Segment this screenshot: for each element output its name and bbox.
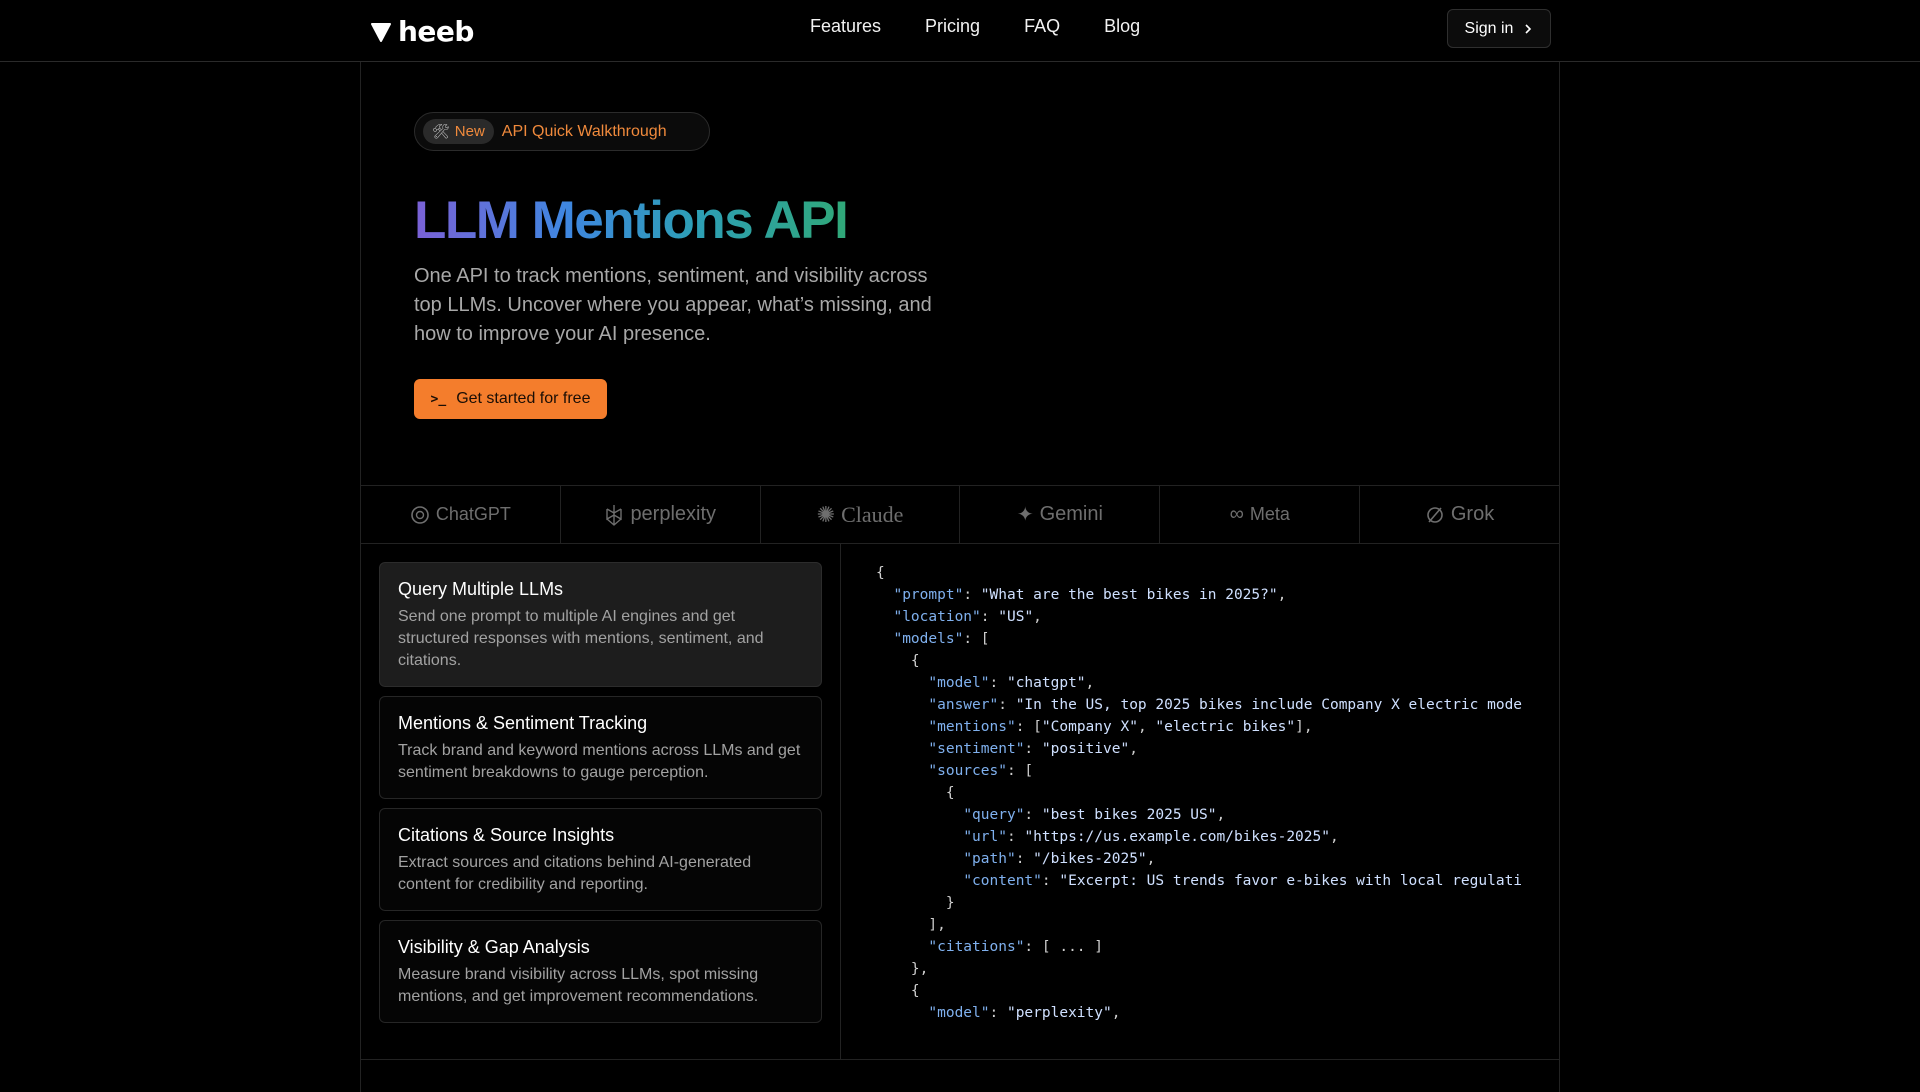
code-line: "models": [ (893, 631, 990, 647)
code-line: "path": "/bikes-2025", (963, 851, 1156, 867)
signin-button[interactable]: Sign in (1447, 9, 1551, 48)
gemini-sparkle-icon: ✦ (1016, 504, 1034, 526)
brand-logo[interactable]: heeb (370, 15, 474, 48)
feature-title: Mentions & Sentiment Tracking (398, 713, 648, 733)
feature-title: Citations & Source Insights (398, 825, 615, 845)
tools-icon: 🛠 (432, 123, 450, 139)
nav-pricing[interactable]: Pricing (925, 16, 980, 37)
nav-features[interactable]: Features (810, 16, 881, 37)
logo-meta: ∞ Meta (1160, 486, 1361, 543)
page-title: LLM Mentions API (414, 191, 849, 250)
code-line: "answer": "In the US, top 2025 bikes inc… (928, 697, 1523, 713)
openai-icon (411, 505, 429, 524)
nav-blog[interactable]: Blog (1104, 16, 1140, 37)
logo-label: Claude (841, 501, 904, 527)
meta-infinity-icon: ∞ (1229, 503, 1244, 525)
code-line: "citations": [ ... ] (928, 939, 1103, 955)
nav-faq[interactable]: FAQ (1024, 16, 1060, 37)
announcement-badge[interactable]: 🛠 New API Quick Walkthrough (414, 112, 710, 151)
logo-gemini: ✦ Gemini (960, 486, 1161, 543)
feature-desc: Extract sources and citations behind AI-… (398, 854, 752, 893)
feature-visibility-gap[interactable]: Visibility & Gap Analysis Measure brand … (379, 920, 822, 1023)
logo-label: Meta (1249, 504, 1290, 524)
code-line: "mentions": ["Company X", "electric bike… (928, 719, 1313, 735)
feature-desc: Track brand and keyword mentions across … (398, 742, 801, 781)
code-line: ], (876, 917, 946, 933)
feature-title: Query Multiple LLMs (398, 579, 564, 599)
heart-logo-icon (371, 22, 391, 42)
feature-desc: Send one prompt to multiple AI engines a… (398, 608, 764, 669)
logo-label: Gemini (1039, 503, 1103, 525)
logo-label: ChatGPT (435, 504, 511, 524)
section-divider (361, 1059, 1559, 1060)
code-line: { (876, 565, 885, 581)
code-line: } (876, 895, 955, 911)
code-line: "url": "https://us.example.com/bikes-202… (963, 829, 1339, 845)
code-line: "model": "chatgpt", (928, 675, 1095, 691)
main-frame: 🛠 New API Quick Walkthrough LLM Mentions… (360, 62, 1560, 1092)
terminal-icon: >_ (430, 391, 447, 407)
hero-subtitle: One API to track mentions, sentiment, an… (414, 265, 932, 345)
get-started-button[interactable]: >_ Get started for free (414, 379, 607, 419)
logo-label: Grok (1450, 503, 1495, 525)
json-code-sample: { "prompt": "What are the best bikes in … (876, 562, 1559, 1052)
code-line: { (876, 785, 955, 801)
brand-name: heeb (398, 15, 474, 48)
main-nav: Features Pricing FAQ Blog (810, 16, 1140, 37)
logo-perplexity: perplexity (561, 486, 761, 543)
column-divider (840, 544, 841, 1060)
logo-label: perplexity (630, 503, 717, 525)
code-line: "query": "best bikes 2025 US", (963, 807, 1226, 823)
code-line: "sources": [ (928, 763, 1034, 779)
code-line: "prompt": "What are the best bikes in 20… (893, 587, 1287, 603)
feature-desc: Measure brand visibility across LLMs, sp… (398, 966, 759, 1005)
code-line: { (876, 983, 920, 999)
code-line: }, (876, 961, 929, 977)
claude-burst-icon: ✺ (816, 501, 836, 527)
code-line: "content": "Excerpt: US trends favor e-b… (963, 873, 1523, 889)
feature-title: Visibility & Gap Analysis (398, 937, 590, 957)
logo-grok: Grok (1360, 486, 1559, 543)
feature-list: Query Multiple LLMs Send one prompt to m… (379, 562, 822, 1032)
feature-mentions-sentiment[interactable]: Mentions & Sentiment Tracking Track bran… (379, 696, 822, 799)
top-navbar: heeb Features Pricing FAQ Blog Sign in (0, 0, 1920, 62)
badge-text: API Quick Walkthrough (501, 122, 667, 140)
chevron-right-icon (1525, 23, 1532, 34)
feature-citations-sources[interactable]: Citations & Source Insights Extract sour… (379, 808, 822, 911)
grok-icon (1427, 506, 1443, 523)
code-line: { (876, 653, 920, 669)
code-line: "model": "perplexity", (928, 1005, 1121, 1021)
feature-query-multiple-llms[interactable]: Query Multiple LLMs Send one prompt to m… (379, 562, 822, 687)
code-line: "location": "US", (893, 609, 1042, 625)
new-label: New (454, 123, 485, 140)
llm-logo-strip: ChatGPT perplexity ✺ Claude ✦ Gemini ∞ M… (361, 485, 1559, 544)
signin-label: Sign in (1464, 19, 1514, 37)
new-pill: 🛠 New (423, 119, 494, 144)
code-line: "sentiment": "positive", (928, 741, 1138, 757)
logo-claude: ✺ Claude (761, 486, 961, 543)
logo-chatgpt: ChatGPT (361, 486, 561, 543)
perplexity-icon (606, 504, 623, 526)
cta-label: Get started for free (456, 390, 591, 407)
